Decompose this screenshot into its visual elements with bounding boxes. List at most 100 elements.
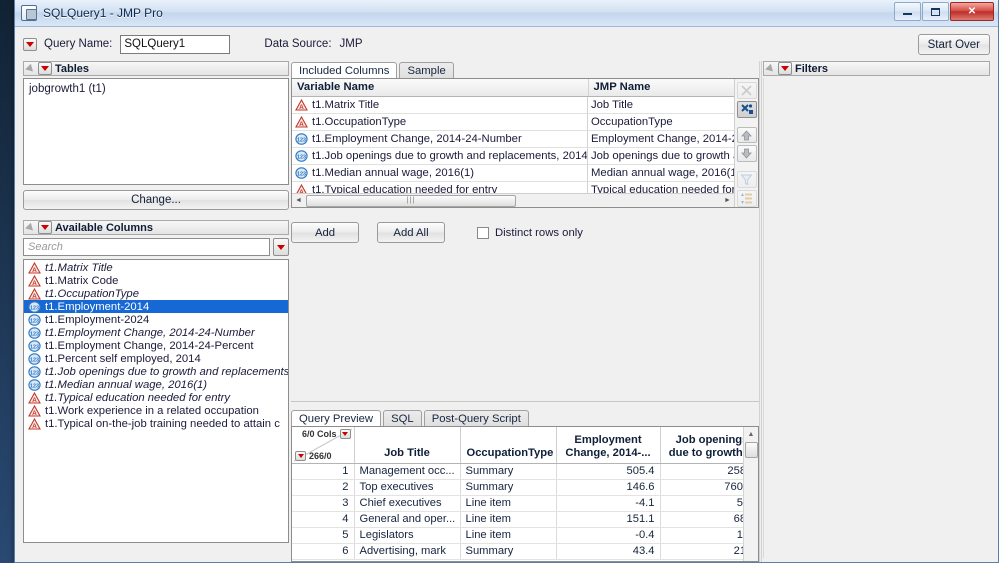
query-name-input[interactable] [120, 34, 231, 54]
preview-cell-occupation-type[interactable]: Summary [460, 543, 557, 560]
preview-cell-job-title[interactable]: Management occ... [354, 463, 461, 480]
included-jmp-name-cell[interactable]: Median annual wage, 2016(1) [588, 164, 734, 182]
preview-cell-job-title[interactable]: General and oper... [354, 511, 461, 528]
preview-cell-occupation-type[interactable]: Summary [460, 479, 557, 496]
preview-cell-employment-change[interactable]: -0.4 [556, 527, 661, 544]
tab-included-0[interactable]: Included Columns [291, 62, 398, 79]
available-columns-menu-icon[interactable] [38, 221, 52, 234]
table-row[interactable]: 123 t1.Employment Change, 2014-24-Number E… [292, 130, 734, 148]
available-column-item[interactable]: 123 t1.Employment-2014 [24, 300, 288, 313]
table-row[interactable]: At1.OccupationType OccupationType [292, 113, 734, 131]
included-variable-name-cell[interactable]: 123 t1.Median annual wage, 2016(1) [292, 164, 588, 182]
preview-column-header-employment-change[interactable]: Employment Change, 2014-... [556, 427, 661, 464]
table-row[interactable]: 1Management occ...Summary505.425868 [292, 463, 743, 480]
move-down-arrow-icon[interactable] [736, 145, 757, 163]
available-column-item[interactable]: At1.OccupationType [24, 287, 288, 300]
preview-cell-job-openings[interactable]: 12.9 [660, 527, 743, 544]
available-column-item[interactable]: 123 t1.Employment-2024 [24, 313, 288, 326]
tab-included-1[interactable]: Sample [399, 62, 454, 79]
list-item[interactable]: jobgrowth1 (t1) [29, 83, 283, 97]
available-column-item[interactable]: At1.Matrix Title [24, 261, 288, 274]
preview-cell-employment-change[interactable]: 505.4 [556, 463, 661, 480]
included-jmp-name-cell[interactable]: OccupationType [588, 113, 734, 131]
add-button[interactable]: Add [291, 222, 359, 243]
formula-icon[interactable] [736, 100, 757, 118]
columns-count-tag[interactable]: 6/0 Cols [302, 429, 351, 439]
search-dropdown-icon[interactable] [273, 238, 289, 256]
available-column-item[interactable]: At1.Work experience in a related occupat… [24, 404, 288, 417]
preview-cell-occupation-type[interactable]: Line item [460, 495, 557, 512]
preview-cell-job-openings[interactable]: 2107 [660, 543, 743, 560]
available-column-item[interactable]: 123 t1.Employment Change, 2014-24-Percent [24, 339, 288, 352]
included-variable-name-cell[interactable]: 123 t1.Job openings due to growth and rep… [292, 147, 588, 165]
change-table-button[interactable]: Change... [23, 190, 289, 210]
preview-cell-job-openings[interactable]: 7600.0 [660, 479, 743, 496]
table-row[interactable]: 6Advertising, markSummary43.42107 [292, 543, 743, 560]
preview-cell-job-title[interactable]: Chief executives [354, 495, 461, 512]
preview-column-header-occupation-type[interactable]: OccupationType [460, 427, 557, 464]
available-column-item[interactable]: 123 t1.Employment Change, 2014-24-Number [24, 326, 288, 339]
filters-panel-body[interactable] [763, 78, 990, 558]
column-header-jmp-name[interactable]: JMP Name [588, 79, 734, 97]
preview-cell-occupation-type[interactable]: Summary [460, 463, 557, 480]
preview-cell-job-openings[interactable]: 6888 [660, 511, 743, 528]
scroll-left-arrow-icon[interactable]: ◄ [292, 194, 305, 207]
preview-column-header-job-openings[interactable]: Job openings due to growth ... [660, 427, 743, 464]
preview-cell-job-title[interactable]: Advertising, mark [354, 543, 461, 560]
preview-cell-occupation-type[interactable]: Line item [460, 511, 557, 528]
preview-cell-occupation-type[interactable]: Line item [460, 527, 557, 544]
distinct-rows-checkbox-row[interactable]: Distinct rows only [477, 226, 583, 239]
scroll-right-arrow-icon[interactable]: ► [721, 194, 734, 207]
tab-preview-1[interactable]: SQL [383, 410, 422, 427]
close-button[interactable]: ✕ [950, 2, 994, 21]
preview-cell-job-title[interactable]: Top executives [354, 479, 461, 496]
included-variable-name-cell[interactable]: At1.Matrix Title [292, 96, 588, 114]
vertical-splitter[interactable] [759, 61, 762, 562]
preview-cell-job-openings[interactable]: 25868 [660, 463, 743, 480]
included-jmp-name-cell[interactable]: Job openings due to growth an [588, 147, 734, 165]
preview-cell-employment-change[interactable]: 146.6 [556, 479, 661, 496]
start-over-button[interactable]: Start Over [917, 34, 990, 55]
filters-menu-icon[interactable] [778, 62, 792, 75]
table-row[interactable]: 123 t1.Median annual wage, 2016(1) Median … [292, 164, 734, 182]
preview-column-header-job-title[interactable]: Job Title [354, 427, 461, 464]
hscroll-thumb[interactable]: ||| [306, 194, 516, 207]
rows-count-tag[interactable]: 266/0 [295, 450, 332, 461]
available-columns-list[interactable]: At1.Matrix Title At1.Matrix Code At1.Occup… [23, 259, 289, 543]
query-menu-icon[interactable] [23, 37, 37, 51]
preview-cell-employment-change[interactable]: 43.4 [556, 543, 661, 560]
table-row[interactable]: 3Chief executivesLine item-4.158.4 [292, 495, 743, 512]
available-columns-header[interactable]: Available Columns [23, 220, 289, 235]
tab-preview-0[interactable]: Query Preview [291, 410, 382, 427]
move-up-arrow-icon[interactable] [736, 126, 757, 144]
included-jmp-name-cell[interactable]: Job Title [588, 96, 734, 114]
available-column-item[interactable]: 123 t1.Percent self employed, 2014 [24, 352, 288, 365]
table-row[interactable]: 123 t1.Job openings due to growth and rep… [292, 147, 734, 165]
included-variable-name-cell[interactable]: 123 t1.Employment Change, 2014-24-Number [292, 130, 588, 148]
available-column-item[interactable]: At1.Matrix Code [24, 274, 288, 287]
tab-preview-2[interactable]: Post-Query Script [423, 410, 529, 427]
table-row[interactable]: At1.Matrix Title Job Title [292, 96, 734, 114]
table-row[interactable]: 4General and oper...Line item151.16888 [292, 511, 743, 528]
available-column-item[interactable]: 123 t1.Median annual wage, 2016(1) [24, 378, 288, 391]
maximize-button[interactable] [922, 2, 949, 21]
filters-panel-header[interactable]: Filters [763, 61, 990, 76]
columns-menu-icon[interactable] [339, 429, 351, 439]
available-column-item[interactable]: 123 t1.Job openings due to growth and rep… [24, 365, 288, 378]
distinct-rows-checkbox[interactable] [477, 226, 489, 239]
included-columns-hscrollbar[interactable]: ◄ ||| ► [292, 193, 734, 207]
rows-menu-icon[interactable] [295, 450, 306, 461]
available-column-item[interactable]: At1.Typical education needed for entry [24, 391, 288, 404]
included-variable-name-cell[interactable]: At1.OccupationType [292, 113, 588, 131]
query-preview-vscrollbar[interactable]: ▲ [743, 427, 758, 561]
minimize-button[interactable] [894, 2, 921, 21]
disclosure-triangle-icon[interactable] [26, 223, 36, 233]
preview-cell-job-title[interactable]: Legislators [354, 527, 461, 544]
table-row[interactable]: 2Top executivesSummary146.67600.0 [292, 479, 743, 496]
add-all-button[interactable]: Add All [377, 222, 445, 243]
search-input[interactable] [23, 238, 270, 256]
preview-cell-employment-change[interactable]: -4.1 [556, 495, 661, 512]
disclosure-triangle-icon[interactable] [26, 64, 36, 74]
preview-cell-employment-change[interactable]: 151.1 [556, 511, 661, 528]
included-columns-table-area[interactable]: Variable Name JMP Name At1.Matrix Title J… [292, 79, 734, 207]
